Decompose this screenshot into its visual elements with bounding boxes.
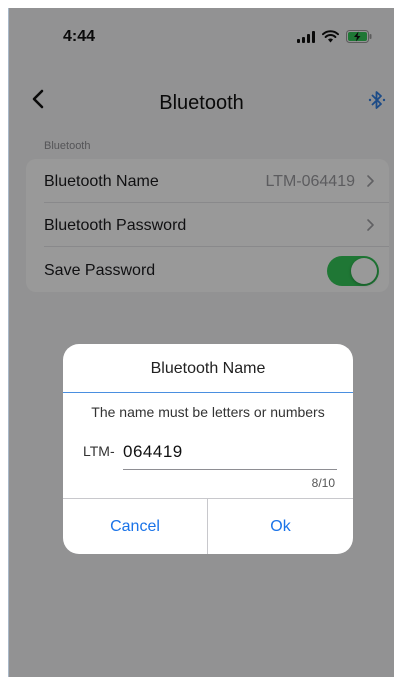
character-counter: 8/10 (311, 476, 335, 490)
dialog-title: Bluetooth Name (150, 360, 266, 377)
name-prefix: LTM- (83, 443, 115, 459)
dialog-message: The name must be letters or numbers (91, 404, 325, 420)
bluetooth-name-dialog: Bluetooth Name The name must be letters … (63, 344, 353, 554)
bluetooth-name-input[interactable] (123, 439, 335, 465)
app-screen: 4:44 Bluetooth Bluetooth Bluetooth Name … (8, 8, 394, 677)
dialog-title-divider (63, 392, 353, 393)
ok-button[interactable]: Ok (208, 499, 353, 554)
modal-overlay[interactable] (9, 8, 394, 677)
cancel-button[interactable]: Cancel (63, 499, 207, 554)
input-underline (123, 469, 337, 470)
